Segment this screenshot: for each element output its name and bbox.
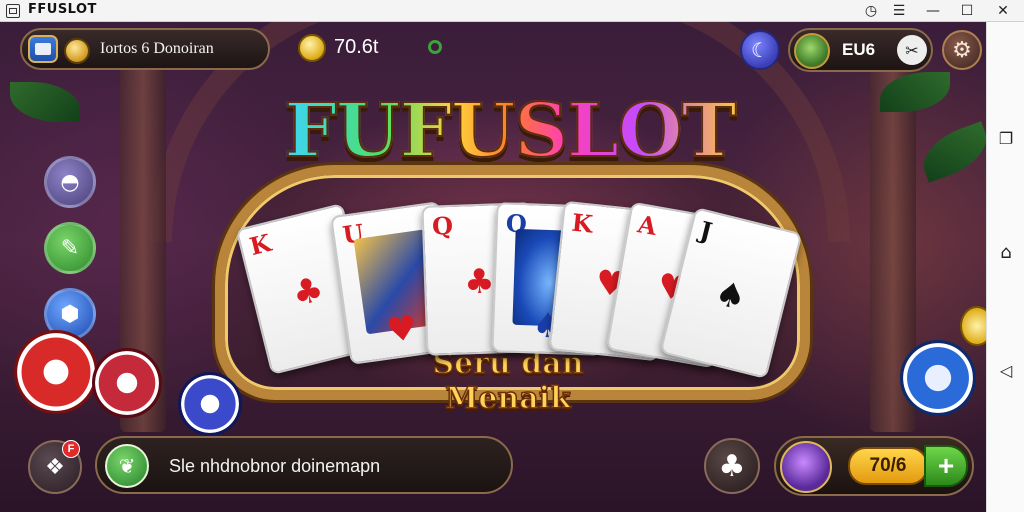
character-avatar (780, 441, 832, 493)
gold-value: 70.6t (334, 36, 379, 58)
settings-button[interactable]: ⚙ (942, 30, 982, 70)
card-suit-icon: ♣ (288, 268, 328, 315)
app-icon (6, 4, 20, 18)
moon-button[interactable]: ☾ (740, 30, 780, 70)
club-button[interactable]: ♣ (704, 438, 760, 494)
timer-icon[interactable]: ◷ (856, 0, 886, 22)
add-button[interactable]: + (924, 445, 968, 487)
card-rank: Q (431, 210, 454, 241)
card-suit-icon: ♠ (710, 272, 751, 320)
notification-badge: F (62, 440, 80, 458)
chat-text: Sle nhdnobnor doinemapn (169, 456, 381, 476)
side-button-tag[interactable]: ✎ (44, 222, 96, 274)
club-icon: ♣ (718, 448, 746, 484)
leaf-decoration (915, 121, 986, 183)
chat-icon: ❦ (105, 444, 149, 488)
shop-amount: 70/6 (848, 447, 928, 485)
wifi-icon: ☰ (892, 3, 906, 19)
profile-label: Iortos 6 Donoiran (100, 40, 214, 57)
profile-bar[interactable]: Iortos 6 Donoiran (20, 28, 270, 70)
tools-icon[interactable]: ✂ (897, 35, 927, 65)
hat-icon: ◓ (60, 169, 80, 195)
gift-box-icon: ❖ (45, 454, 65, 480)
tag-icon: ✎ (60, 235, 80, 261)
back-icon[interactable]: ◁ (996, 360, 1016, 380)
side-button-hat[interactable]: ◓ (44, 156, 96, 208)
home-icon[interactable]: ⌂ (996, 242, 1016, 263)
window-title: FFUSLOT (28, 2, 97, 17)
chat-bar[interactable]: ❦ Sle nhdnobnor doinemapn (95, 436, 513, 494)
coin-icon (64, 38, 90, 64)
shop-bar[interactable]: 70/6 + (774, 436, 974, 496)
avatar (794, 33, 830, 69)
recent-apps-icon[interactable]: ❐ (996, 128, 1016, 148)
gear-icon: ⚙ (952, 37, 972, 63)
gold-heart-icon (298, 34, 326, 62)
game-logo: FUFUSLOT (280, 87, 740, 175)
close-icon[interactable]: ✕ (988, 0, 1018, 22)
android-nav-bar: ❐ ⌂ ◁ (986, 22, 1024, 512)
title-bar: FFUSLOT ◷ ☰ — ☐ ✕ (0, 0, 1024, 22)
maximize-icon[interactable]: ☐ (952, 0, 982, 22)
card-rank: J (697, 215, 716, 247)
minimize-icon[interactable]: — (918, 0, 948, 22)
poker-chip-blue (900, 340, 976, 416)
poker-chip-blue (178, 372, 242, 436)
gift-icon: ⬢ (60, 301, 80, 327)
card-rank: K (246, 227, 274, 262)
user-pill[interactable]: EU6 ✂ (788, 28, 933, 72)
poker-chip-red (14, 330, 98, 414)
username: EU6 (842, 40, 876, 59)
card-rank: A (635, 209, 660, 242)
card-suit-icon: ♥ (383, 307, 420, 352)
moon-icon: ☾ (751, 38, 769, 62)
profile-frame-icon (28, 35, 58, 63)
leaf-decoration (10, 82, 80, 122)
add-gold-icon[interactable] (428, 40, 442, 54)
card-suit-icon: ♣ (463, 261, 496, 303)
card-rank: K (570, 207, 595, 239)
poker-chip-red (92, 348, 162, 418)
